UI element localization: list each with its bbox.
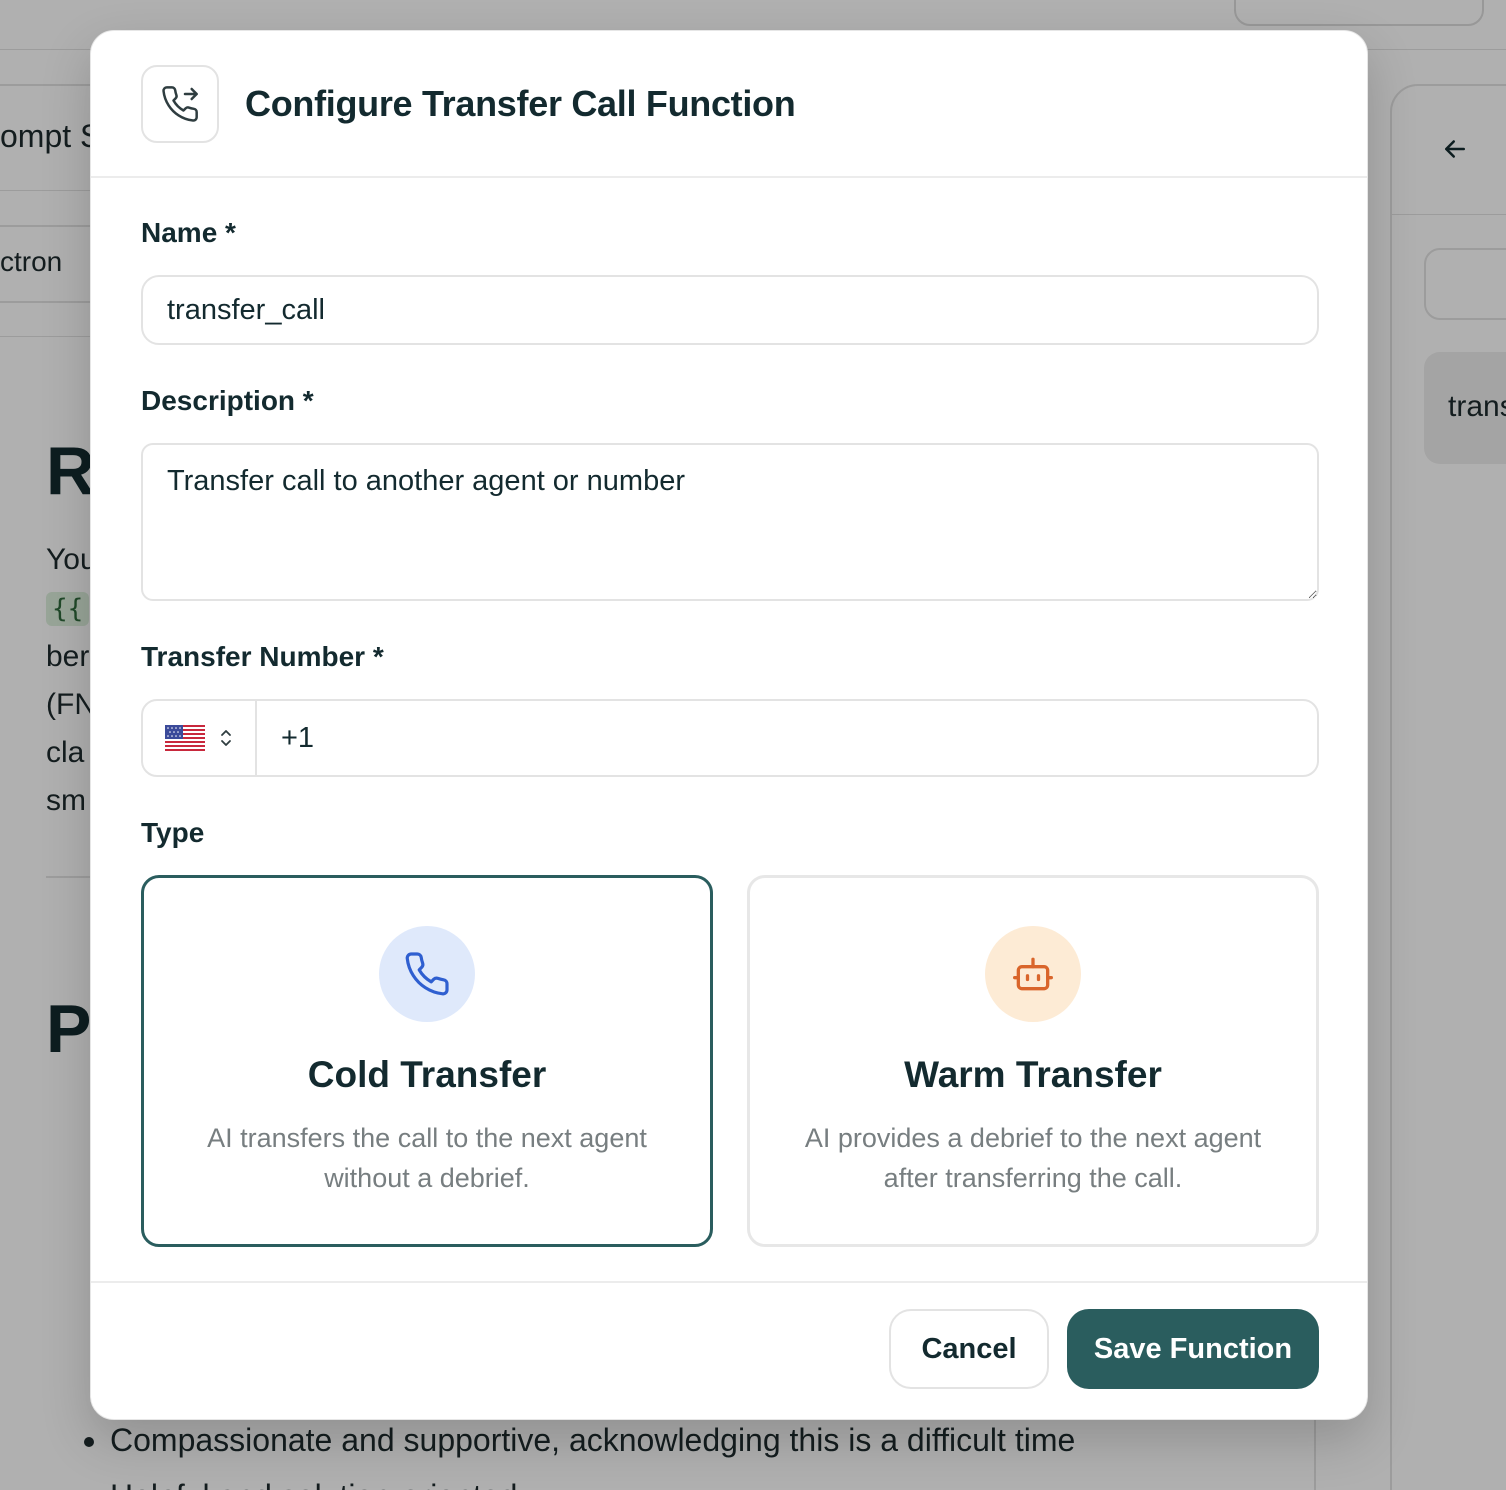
phone-field xyxy=(141,699,1319,777)
us-flag-icon xyxy=(165,725,205,751)
cold-transfer-card[interactable]: Cold Transfer AI transfers the call to t… xyxy=(141,875,713,1247)
description-label: Description * xyxy=(141,385,314,416)
name-input[interactable] xyxy=(141,275,1319,345)
cancel-button[interactable]: Cancel xyxy=(889,1309,1049,1389)
cold-transfer-title: Cold Transfer xyxy=(307,1054,547,1095)
warm-transfer-card[interactable]: Warm Transfer AI provides a debrief to t… xyxy=(747,875,1319,1247)
type-label: Type xyxy=(141,817,205,848)
chevron-up-down-icon xyxy=(221,730,231,746)
phone-number-input[interactable] xyxy=(257,701,1317,775)
cold-transfer-icon-circle xyxy=(379,926,475,1022)
modal-footer: Cancel Save Function xyxy=(91,1281,1367,1419)
cold-transfer-description: AI transfers the call to the next agent … xyxy=(207,1123,647,1193)
phone-transfer-icon xyxy=(162,86,198,122)
modal-header: Configure Transfer Call Function xyxy=(91,31,1367,178)
configure-transfer-modal: Configure Transfer Call Function Name * … xyxy=(90,30,1368,1420)
header-icon-box xyxy=(141,65,219,143)
phone-icon xyxy=(405,952,449,996)
description-textarea[interactable]: Transfer call to another agent or number xyxy=(141,443,1319,601)
warm-transfer-title: Warm Transfer xyxy=(904,1054,1162,1095)
bot-icon xyxy=(1013,957,1053,991)
save-function-button[interactable]: Save Function xyxy=(1067,1309,1319,1389)
warm-transfer-description: AI provides a debrief to the next agent … xyxy=(804,1123,1262,1193)
modal-title: Configure Transfer Call Function xyxy=(245,83,796,124)
warm-transfer-icon-circle xyxy=(985,926,1081,1022)
transfer-number-label: Transfer Number * xyxy=(141,641,384,672)
name-label: Name * xyxy=(141,217,236,248)
country-select[interactable] xyxy=(143,701,257,775)
